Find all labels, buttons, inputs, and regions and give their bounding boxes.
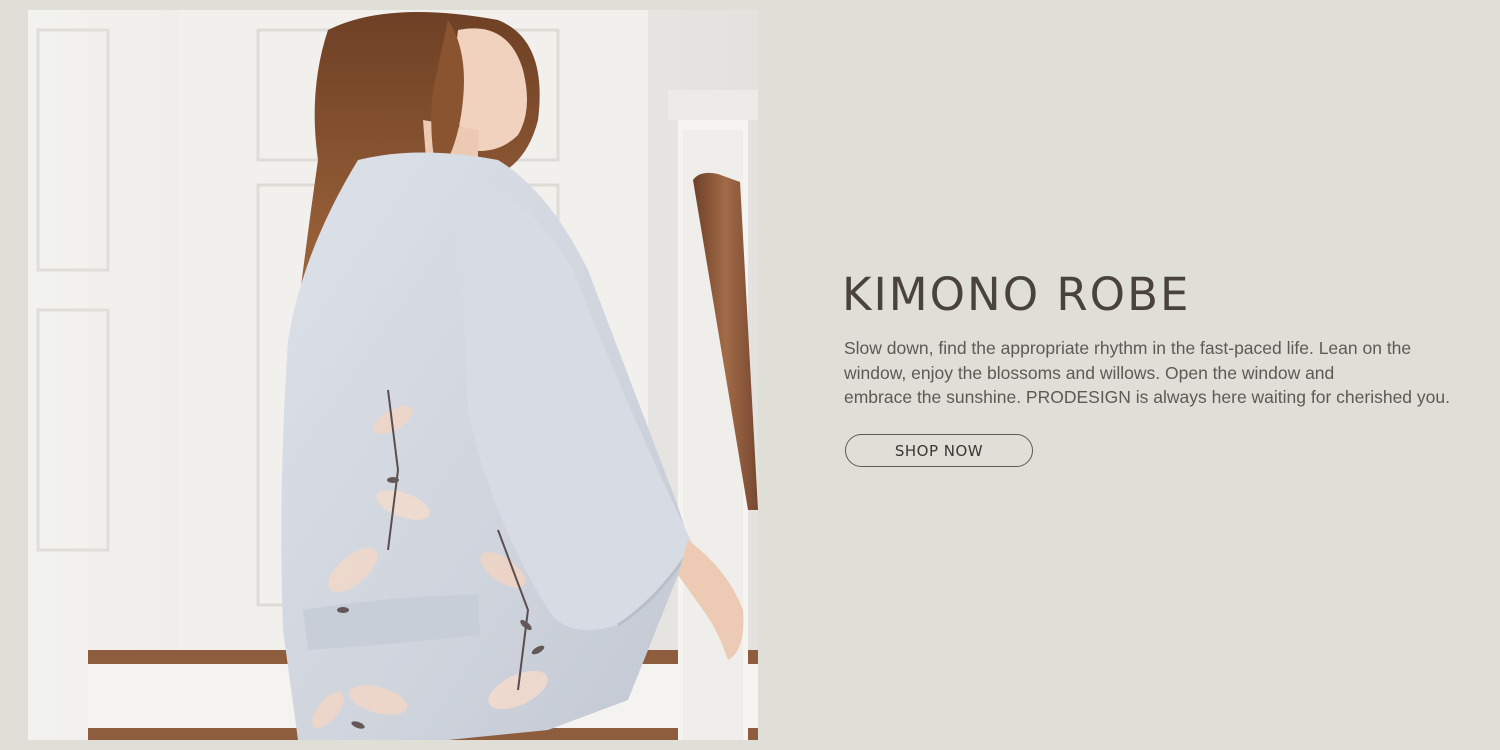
banner-description: Slow down, find the appropriate rhythm i… — [844, 336, 1472, 410]
banner-title: KIMONO ROBE — [842, 268, 1191, 321]
model-in-kimono-image — [28, 10, 758, 740]
description-line: window, enjoy the blossoms and willows. … — [844, 362, 1335, 383]
description-line: Slow down, find the appropriate rhythm i… — [844, 338, 1412, 358]
description-line: embrace the sunshine. PRODESIGN is alway… — [844, 387, 1450, 407]
product-banner: KIMONO ROBE Slow down, find the appropri… — [0, 0, 1500, 750]
shop-now-button[interactable]: SHOP NOW — [845, 434, 1033, 467]
product-photo[interactable] — [28, 10, 758, 740]
banner-copy: KIMONO ROBE Slow down, find the appropri… — [842, 268, 1472, 467]
